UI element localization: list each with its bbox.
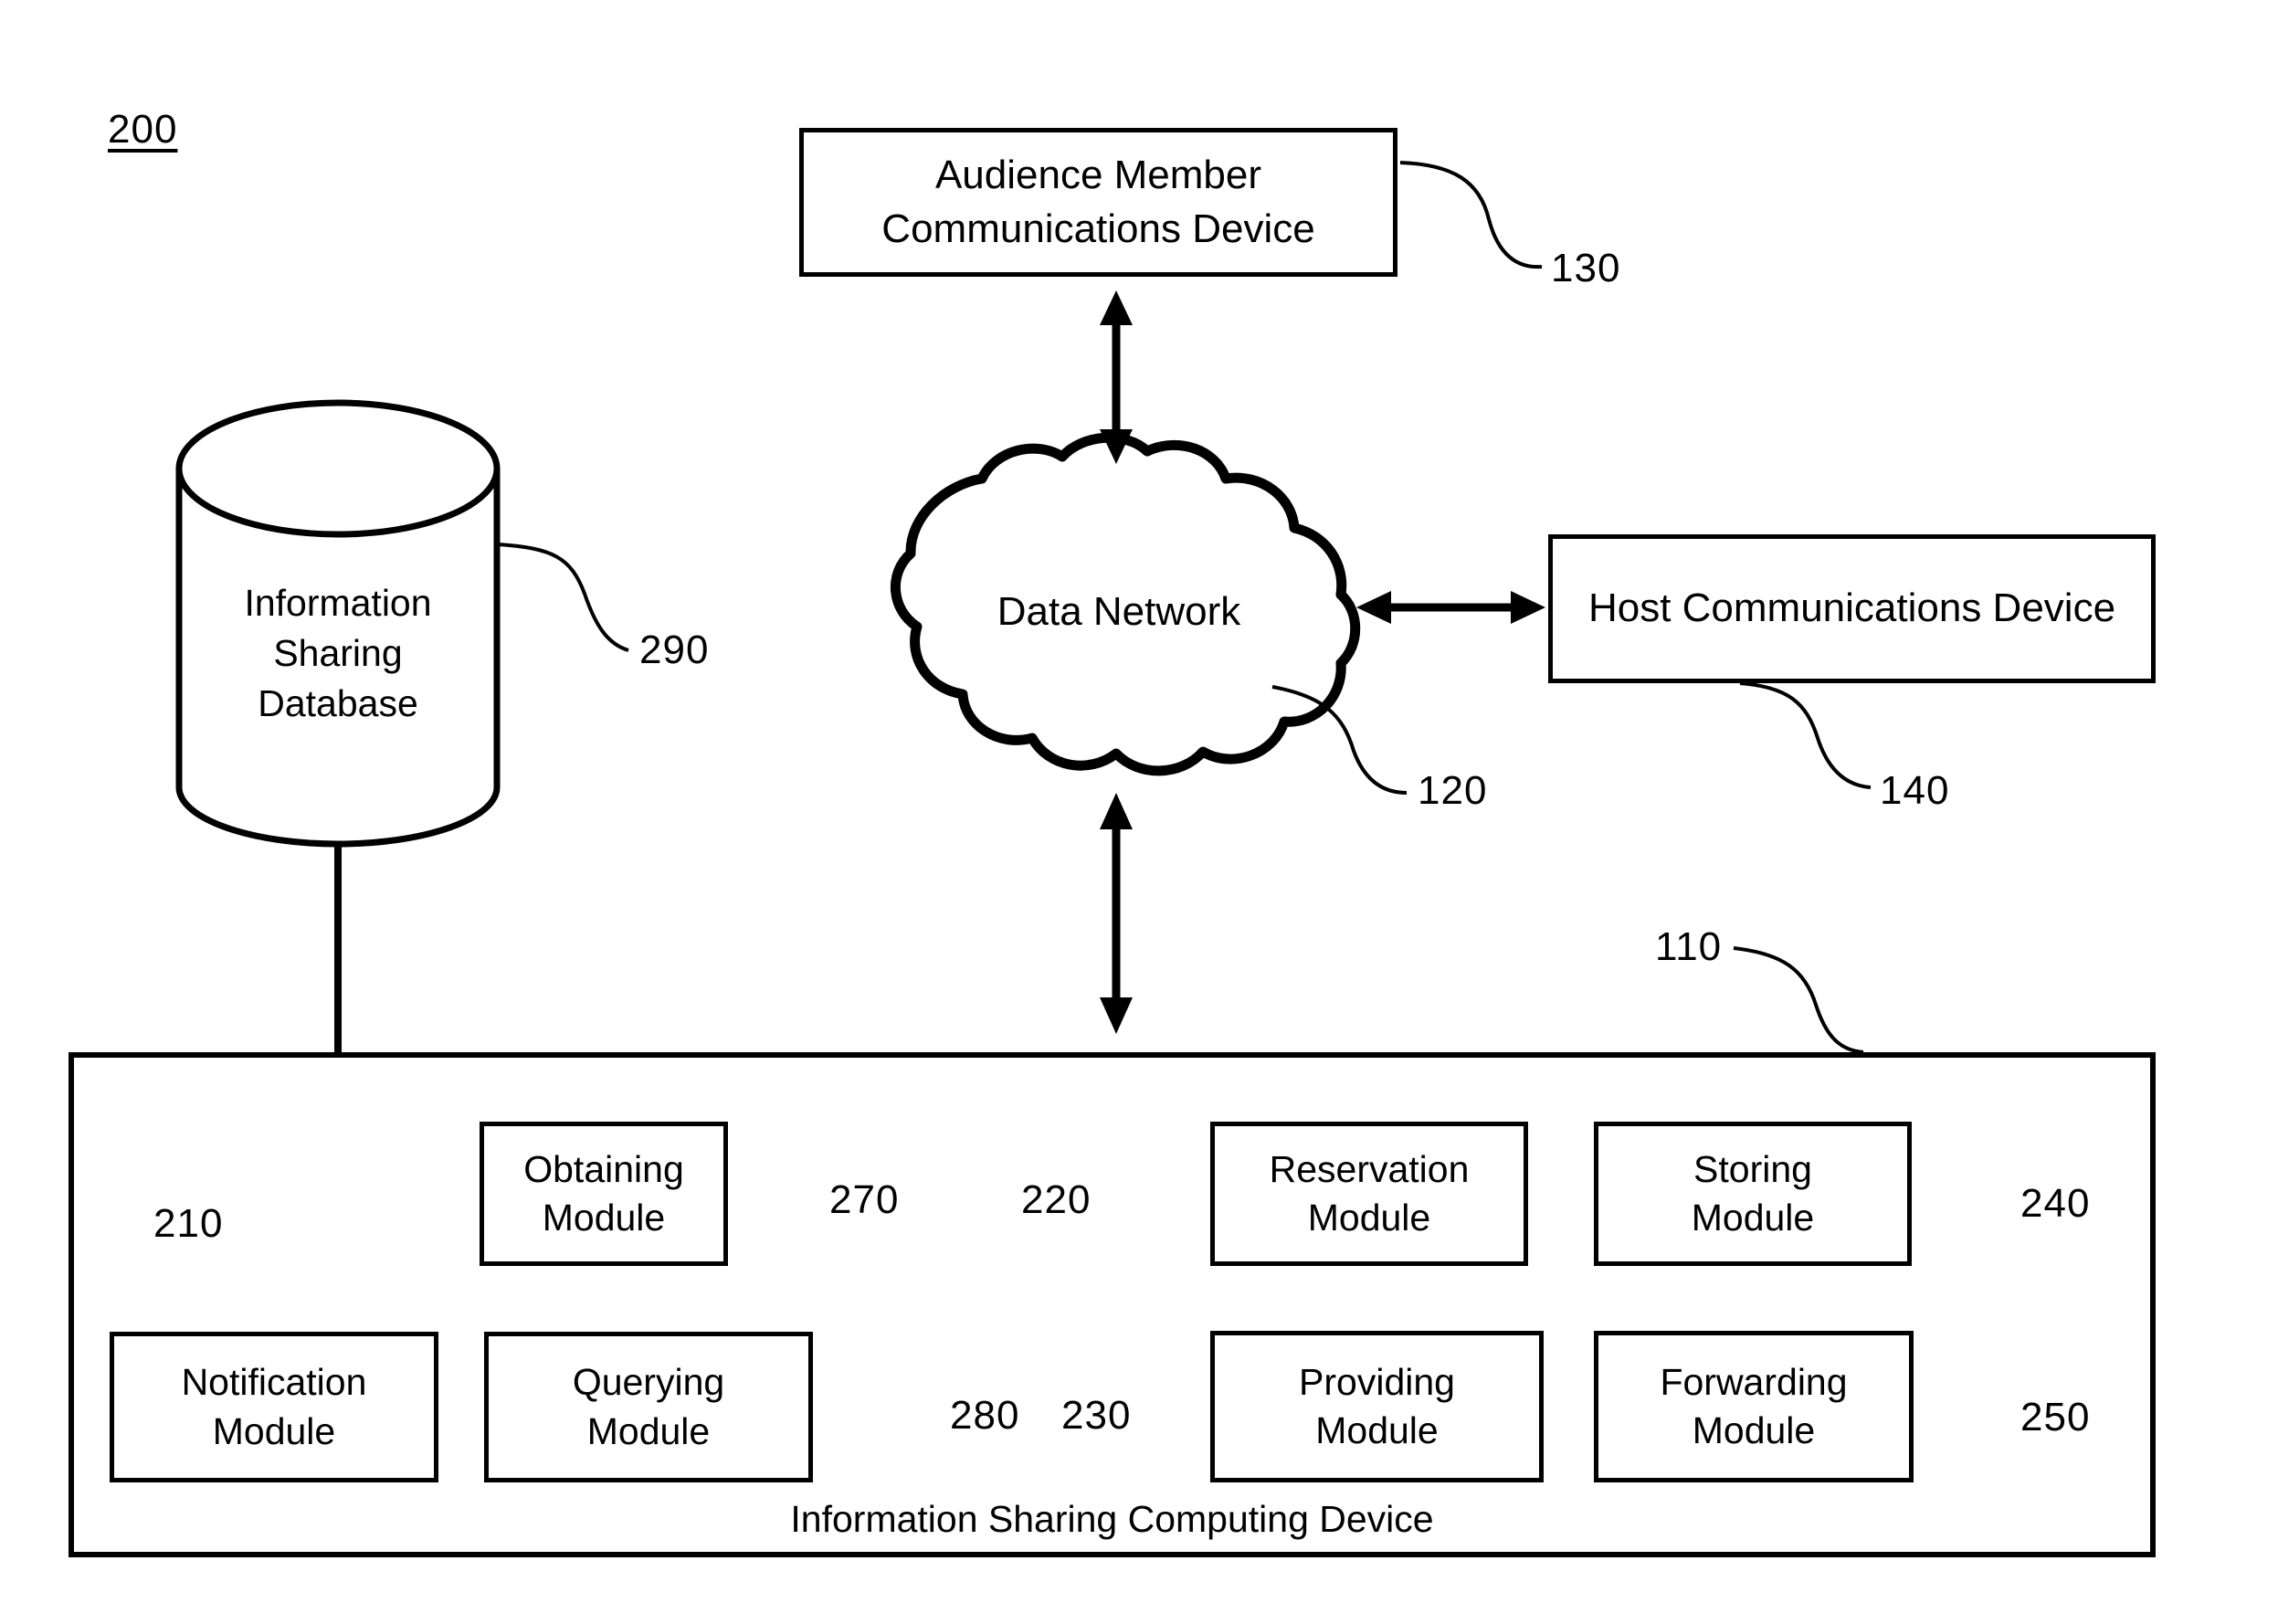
storing-module-line2: Module [1691, 1197, 1815, 1239]
audience-device-label-line2: Communications Device [881, 206, 1315, 251]
reservation-module[interactable]: Reservation Module [1210, 1122, 1528, 1266]
audience-device-label: Audience Member Communications Device [881, 149, 1314, 255]
obtaining-module-line2: Module [542, 1197, 666, 1239]
notification-module[interactable]: Notification Module [110, 1332, 438, 1482]
forwarding-module-label: Forwarding Module [1650, 1358, 1856, 1456]
obtaining-module[interactable]: Obtaining Module [480, 1122, 728, 1266]
ref-220: 220 [1021, 1177, 1092, 1222]
database-label-line2: Sharing [273, 631, 403, 674]
leader-140 [1739, 681, 1872, 789]
leader-120 [1271, 685, 1408, 795]
leader-290 [497, 543, 629, 652]
ref-120: 120 [1418, 768, 1488, 813]
notification-module-line1: Notification [181, 1361, 367, 1404]
ref-140: 140 [1880, 768, 1950, 813]
arrow-audience-to-network [1100, 290, 1133, 464]
forwarding-module-line2: Module [1692, 1409, 1816, 1451]
ref-210: 210 [153, 1201, 224, 1246]
ref-290: 290 [639, 627, 710, 672]
notification-module-line2: Module [212, 1409, 336, 1452]
data-network-label: Data Network [997, 589, 1241, 634]
obtaining-module-line1: Obtaining [523, 1147, 684, 1190]
ref-280: 280 [950, 1393, 1020, 1438]
audience-device-label-line1: Audience Member [934, 153, 1262, 198]
leader-130 [1399, 161, 1543, 269]
arrow-network-to-computing [1100, 793, 1133, 1034]
storing-module-line1: Storing [1693, 1147, 1812, 1190]
querying-module-label: Querying Module [564, 1358, 733, 1456]
reservation-module-line2: Module [1307, 1197, 1431, 1239]
ref-250: 250 [2020, 1395, 2091, 1439]
providing-module-label: Providing Module [1290, 1358, 1464, 1456]
audience-member-communications-device[interactable]: Audience Member Communications Device [799, 128, 1397, 277]
notification-module-label: Notification Module [173, 1358, 376, 1456]
figure-number: 200 [108, 107, 178, 152]
host-communications-device[interactable]: Host Communications Device [1548, 534, 2156, 683]
host-device-label: Host Communications Device [1587, 585, 2116, 631]
providing-module[interactable]: Providing Module [1210, 1331, 1544, 1482]
computing-device-caption: Information Sharing Computing Device [790, 1498, 1434, 1540]
forwarding-module[interactable]: Forwarding Module [1594, 1331, 1914, 1482]
storing-module[interactable]: Storing Module [1594, 1122, 1912, 1266]
database-label-line3: Database [258, 681, 418, 724]
querying-module-line1: Querying [572, 1361, 725, 1404]
reservation-module-label: Reservation Module [1260, 1145, 1479, 1243]
database-label-line1: Information [244, 582, 432, 624]
figure-canvas: 200 Information Sharing Database 290 Aud… [0, 0, 2278, 1624]
querying-module-line2: Module [586, 1409, 711, 1452]
arrow-network-to-host [1356, 591, 1545, 624]
ref-230: 230 [1061, 1393, 1132, 1438]
querying-module[interactable]: Querying Module [484, 1332, 813, 1482]
leader-110 [1733, 946, 1864, 1054]
ref-270: 270 [829, 1177, 900, 1222]
ref-130: 130 [1551, 246, 1621, 290]
providing-module-line2: Module [1315, 1409, 1439, 1451]
obtaining-module-label: Obtaining Module [514, 1145, 693, 1243]
information-sharing-database-label: Information Sharing Database [179, 578, 497, 729]
reservation-module-line1: Reservation [1269, 1147, 1470, 1190]
providing-module-line1: Providing [1299, 1360, 1455, 1403]
ref-240: 240 [2020, 1181, 2091, 1226]
storing-module-label: Storing Module [1682, 1145, 1823, 1243]
forwarding-module-line1: Forwarding [1660, 1360, 1848, 1403]
ref-110: 110 [1655, 924, 1723, 969]
